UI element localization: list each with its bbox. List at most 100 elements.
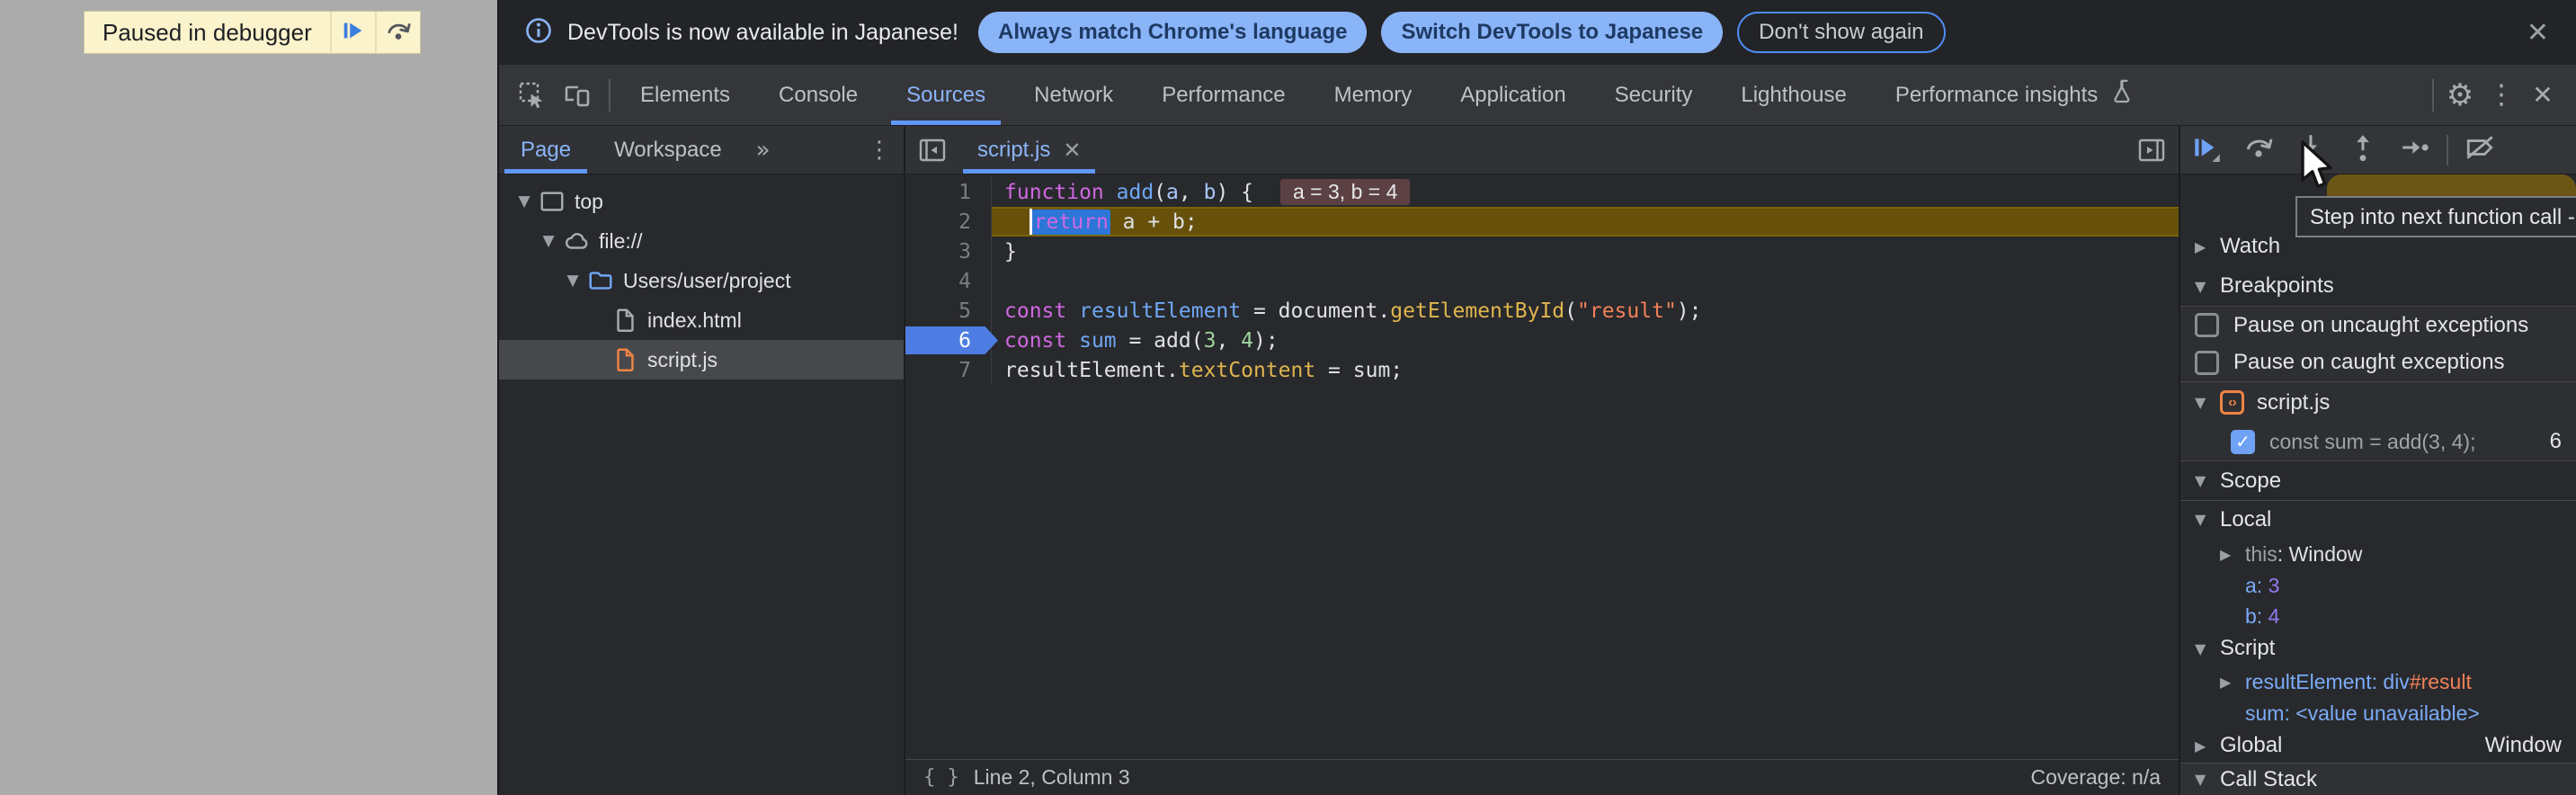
code-line[interactable]: const resultElement = document.getElemen… (992, 296, 2179, 326)
expander-arrow-icon[interactable]: ▼ (2195, 394, 2220, 411)
pause-uncaught-exceptions-row[interactable]: Pause on uncaught exceptions (2180, 306, 2576, 344)
hide-navigator-icon[interactable] (905, 126, 959, 174)
scope-local[interactable]: ▼Local (2180, 500, 2576, 538)
breakpoint-marker[interactable] (905, 326, 998, 354)
tab-performance[interactable]: Performance (1137, 65, 1309, 125)
infobar-close-icon[interactable]: ✕ (2519, 17, 2556, 49)
step-over-button[interactable] (2233, 127, 2285, 174)
inspect-element-icon[interactable] (512, 75, 553, 116)
breakpoint-file-group[interactable]: ▼‹›script.js (2180, 381, 2576, 423)
toggle-device-toolbar-icon[interactable] (557, 75, 598, 116)
expander-arrow-icon[interactable]: ▶ (2195, 238, 2220, 255)
scope-var-a[interactable]: a: 3 (2180, 570, 2576, 601)
tab-lighthouse[interactable]: Lighthouse (1716, 65, 1870, 125)
editor-tab-scriptjs[interactable]: script.js ✕ (959, 126, 1099, 174)
section-call-stack[interactable]: ▼Call Stack (2180, 763, 2576, 795)
expander-arrow-icon[interactable]: ▼ (512, 192, 537, 210)
tab-application[interactable]: Application (1436, 65, 1590, 125)
tab-network[interactable]: Network (1010, 65, 1137, 125)
unchecked-checkbox[interactable] (2195, 351, 2219, 375)
scope-sum[interactable]: sum: <value unavailable> (2180, 698, 2576, 728)
scope-this[interactable]: ▶this: Window (2180, 538, 2576, 570)
expander-arrow-icon[interactable]: ▼ (536, 232, 561, 250)
code-token: 3 (1204, 329, 1217, 353)
tab-performance-insights[interactable]: Performance insights (1871, 65, 2158, 125)
step-out-button[interactable] (2337, 127, 2389, 174)
tree-item-label: script.js (647, 348, 718, 372)
code-line[interactable]: return a + b; (992, 207, 2179, 237)
line-number-gutter[interactable]: 6 (905, 326, 992, 355)
inline-eval-hint: a = 3, b = 4 (1280, 179, 1410, 205)
code-line[interactable]: const sum = add(3, 4); (992, 326, 2179, 355)
tab-workspace[interactable]: Workspace (593, 126, 744, 174)
tree-item-users-user-project[interactable]: ▼Users/user/project (499, 261, 904, 300)
line-number-gutter[interactable]: 2 (905, 207, 992, 237)
code-token: resultElement. (1004, 359, 1179, 382)
expander-arrow-icon[interactable]: ▶ (2220, 546, 2245, 563)
checked-checkbox[interactable]: ✓ (2231, 430, 2255, 454)
unchecked-checkbox[interactable] (2195, 313, 2219, 337)
close-devtools-icon[interactable]: ✕ (2522, 75, 2563, 116)
deactivate-breakpoints-button[interactable] (2454, 127, 2506, 174)
expander-arrow-icon[interactable]: ▼ (2195, 472, 2220, 489)
line-number-gutter[interactable]: 3 (905, 237, 992, 266)
tree-item-file[interactable]: ▼file:// (499, 221, 904, 261)
section-breakpoints[interactable]: ▼Breakpoints (2180, 266, 2576, 306)
expander-arrow-icon[interactable]: ▼ (2195, 771, 2220, 788)
expander-arrow-icon[interactable]: ▼ (2195, 511, 2220, 528)
code-line[interactable]: } (992, 237, 2179, 266)
tree-item-top[interactable]: ▼top (499, 182, 904, 221)
code-line-row: 4 (905, 266, 2179, 296)
settings-gear-icon[interactable]: ⚙ (2439, 75, 2481, 116)
code-token: const (1004, 299, 1079, 323)
code-line-row: 3} (905, 237, 2179, 266)
don-t-show-again-button[interactable]: Don't show again (1737, 12, 1945, 53)
resume-script-overlay-button[interactable] (330, 12, 375, 53)
line-number-gutter[interactable]: 5 (905, 296, 992, 326)
scope-value: a: 3 (2245, 574, 2279, 598)
line-number-gutter[interactable]: 1 (905, 177, 992, 207)
navigator-menu-icon[interactable]: ⋮ (855, 126, 904, 174)
resume-play-icon (340, 17, 367, 49)
code-token: } (1004, 240, 1017, 264)
code-line[interactable]: function add(a, b) {a = 3, b = 4 (992, 177, 2179, 207)
tab-sources[interactable]: Sources (882, 65, 1010, 125)
switch-devtools-to-japanese-button[interactable]: Switch DevTools to Japanese (1381, 12, 1723, 53)
tree-item-script-js[interactable]: script.js (499, 340, 904, 380)
scope-resultelement[interactable]: ▶resultElement: div#result (2180, 665, 2576, 698)
section-scope[interactable]: ▼Scope (2180, 460, 2576, 500)
close-tab-icon[interactable]: ✕ (1063, 138, 1081, 163)
line-number-gutter[interactable]: 4 (905, 266, 992, 296)
tab-page[interactable]: Page (499, 126, 593, 174)
code-line[interactable]: resultElement.textContent = sum; (992, 355, 2179, 385)
expander-arrow-icon[interactable]: ▼ (2195, 640, 2220, 657)
navigator-tabstrip: Page Workspace » ⋮ (499, 126, 904, 174)
tab-elements[interactable]: Elements (616, 65, 754, 125)
step-button[interactable] (2389, 127, 2441, 174)
code-line[interactable] (992, 266, 2179, 296)
tree-item-index-html[interactable]: index.html (499, 300, 904, 340)
expander-arrow-icon[interactable]: ▶ (2195, 737, 2220, 755)
tab-console[interactable]: Console (754, 65, 882, 125)
pause-caught-exceptions-row[interactable]: Pause on caught exceptions (2180, 344, 2576, 381)
always-match-chrome-s-language-button[interactable]: Always match Chrome's language (978, 12, 1368, 53)
scope-global[interactable]: ▶GlobalWindow (2180, 728, 2576, 763)
info-icon (524, 16, 553, 49)
scope-script[interactable]: ▼Script (2180, 631, 2576, 665)
pretty-print-icon[interactable]: { } (923, 766, 959, 789)
more-tabs-icon[interactable]: » (744, 126, 783, 174)
expander-arrow-icon[interactable]: ▼ (560, 272, 585, 290)
line-number-gutter[interactable]: 7 (905, 355, 992, 385)
expander-arrow-icon[interactable]: ▶ (2220, 674, 2245, 691)
resume-button[interactable] (2180, 127, 2233, 174)
code-token: b (1204, 181, 1217, 204)
hide-debugger-sidebar-icon[interactable] (2125, 126, 2179, 174)
expander-arrow-icon[interactable]: ▼ (2195, 278, 2220, 295)
scope-var-b[interactable]: b: 4 (2180, 601, 2576, 631)
step-over-overlay-button[interactable] (375, 12, 420, 53)
tab-security[interactable]: Security (1591, 65, 1717, 125)
tab-memory[interactable]: Memory (1310, 65, 1437, 125)
code-token: add (1117, 181, 1154, 204)
breakpoint-entry[interactable]: ✓const sum = add(3, 4);6 (2180, 423, 2576, 460)
more-options-menu-icon[interactable]: ⋮ (2481, 75, 2522, 116)
